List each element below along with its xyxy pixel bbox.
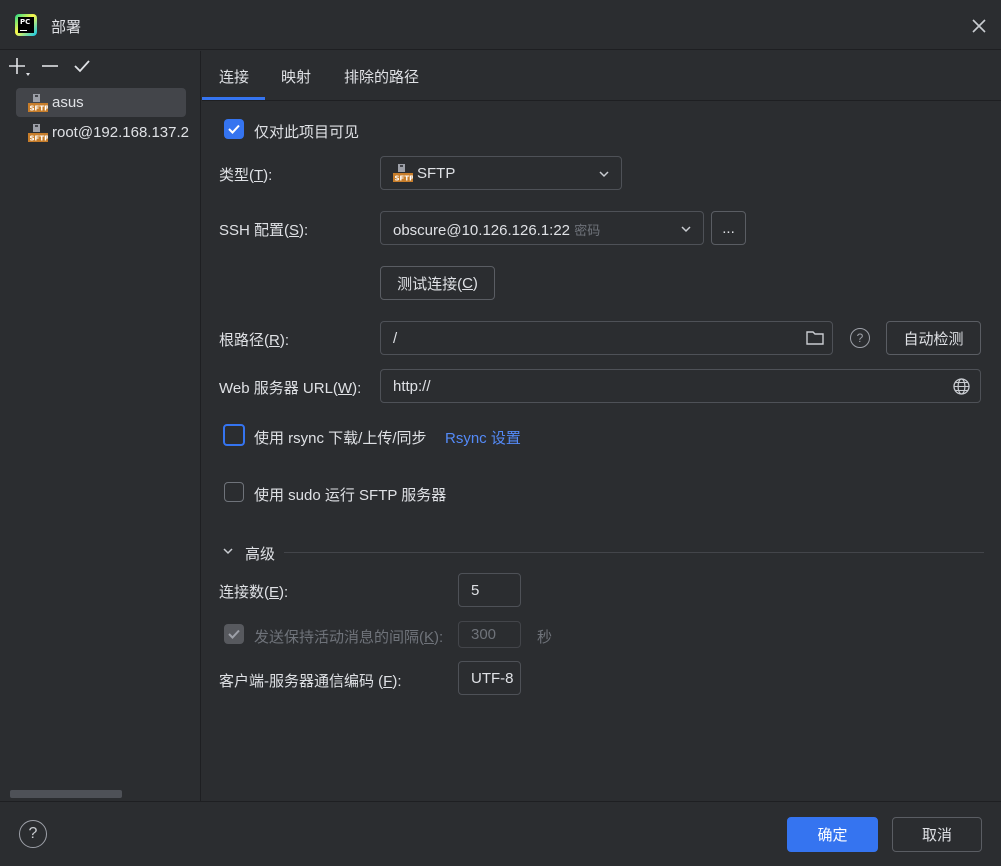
ok-button[interactable]: 确定 [787,817,878,852]
test-connection-button[interactable]: 测试连接(C) [380,266,495,300]
tab-mappings[interactable]: 映射 [281,66,311,87]
help-button[interactable]: ? [19,820,47,848]
set-default-button[interactable] [71,55,93,77]
server-item-asus[interactable]: SFTP asus [16,88,186,117]
autodetect-button[interactable]: 自动检测 [886,321,981,355]
type-select[interactable]: SFTP SFTP [380,156,622,190]
svg-text:SFTP: SFTP [395,175,414,183]
keepalive-value: 300 [471,626,497,643]
add-server-button[interactable] [6,55,30,77]
pycharm-app-icon: PC [15,14,37,36]
svg-text:SFTP: SFTP [30,105,49,113]
root-path-input[interactable]: / [380,321,833,355]
encoding-label: 客户端-服务器通信编码 (F): [219,673,402,690]
connections-input[interactable]: 5 [458,573,521,607]
folder-icon[interactable] [805,329,825,350]
ssh-auth-type: 密码 [574,223,601,238]
rsync-label: 使用 rsync 下载/上传/同步 [254,430,427,447]
chevron-down-icon [679,222,693,239]
close-icon[interactable] [968,15,990,37]
keepalive-checkbox [224,624,244,644]
tab-bar [202,51,1001,101]
sidebar-horizontal-scrollbar[interactable] [10,790,122,798]
encoding-input[interactable]: UTF-8 [458,661,521,695]
svg-text:SFTP: SFTP [30,135,49,143]
web-url-value: http:// [393,378,431,395]
encoding-value: UTF-8 [471,670,514,687]
sudo-label: 使用 sudo 运行 SFTP 服务器 [254,487,447,504]
web-url-input[interactable]: http:// [380,369,981,403]
ssh-config-select[interactable]: obscure@10.126.126.1:22 密码 [380,211,704,245]
advanced-separator [284,552,984,553]
sftp-server-icon: SFTP [28,124,49,143]
title-bar [0,0,1001,50]
connections-value: 5 [471,582,480,599]
server-item-root[interactable]: SFTP root@192.168.137.2 [16,118,189,147]
sftp-icon: SFTP [393,164,414,185]
remove-server-button[interactable] [39,55,61,77]
server-item-label: asus [52,94,84,111]
cancel-button[interactable]: 取消 [892,817,982,852]
ssh-config-more-button[interactable]: ... [711,211,746,245]
sftp-server-icon: SFTP [28,94,49,113]
connections-label: 连接数(E): [219,584,289,601]
root-path-label: 根路径(R): [219,332,290,349]
visible-only-project-label: 仅对此项目可见 [254,124,360,141]
visible-only-project-checkbox[interactable] [224,119,244,139]
window-title: 部署 [51,19,82,36]
type-label: 类型(T): [219,167,273,184]
globe-icon[interactable] [952,377,971,399]
server-item-label: root@192.168.137.2 [52,124,189,141]
chevron-down-icon[interactable] [221,544,235,561]
ssh-config-label: SSH 配置(S): [219,222,309,239]
active-tab-indicator [202,97,265,100]
sidebar [0,51,201,801]
chevron-down-icon [597,167,611,184]
keepalive-input: 300 [458,621,521,648]
type-select-value: SFTP [417,165,456,182]
tab-excluded-paths[interactable]: 排除的路径 [344,66,419,87]
root-path-value: / [393,330,398,347]
rsync-settings-link[interactable]: Rsync 设置 [445,427,521,448]
help-icon[interactable]: ? [850,328,870,348]
rsync-checkbox[interactable] [223,424,245,446]
advanced-section-title[interactable]: 高级 [245,543,275,564]
keepalive-label: 发送保持活动消息的间隔(K): [254,629,444,646]
tab-connection[interactable]: 连接 [219,66,249,87]
ssh-config-value: obscure@10.126.126.1:22 [393,222,571,239]
web-url-label: Web 服务器 URL(W): [219,380,362,397]
keepalive-unit: 秒 [537,629,553,646]
sudo-checkbox[interactable] [224,482,244,502]
